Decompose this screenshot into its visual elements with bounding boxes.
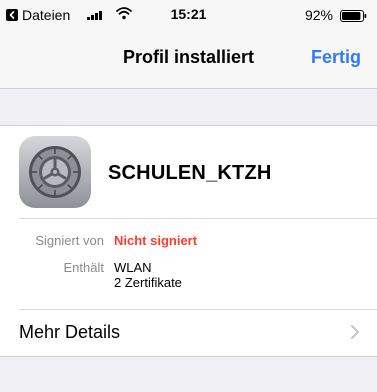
contains-value-wlan: WLAN bbox=[114, 260, 152, 275]
battery-icon bbox=[340, 9, 367, 22]
battery-percent: 92% bbox=[304, 7, 333, 23]
contains-label: Enthält bbox=[63, 260, 104, 275]
contains-values: WLAN 2 Zertifikate bbox=[114, 260, 182, 290]
done-button[interactable]: Fertig bbox=[311, 47, 361, 68]
more-details-row[interactable]: Mehr Details bbox=[0, 310, 377, 355]
signed-by-value: Nicht signiert bbox=[114, 233, 198, 248]
signed-by-label: Signiert von bbox=[35, 233, 104, 248]
settings-gear-icon bbox=[19, 136, 91, 208]
divider bbox=[19, 218, 377, 219]
profile-name: SCHULEN_KTZH bbox=[108, 162, 272, 184]
contains-value-certificates: 2 Zertifikate bbox=[114, 275, 182, 290]
chevron-right-icon bbox=[351, 325, 359, 344]
status-bar: Dateien 15:21 92% bbox=[0, 0, 377, 30]
profile-card: SCHULEN_KTZH Signiert von Nicht signiert… bbox=[0, 125, 377, 357]
navigation-bar: Profil installiert Fertig bbox=[0, 30, 377, 89]
more-details-label: Mehr Details bbox=[19, 322, 121, 342]
